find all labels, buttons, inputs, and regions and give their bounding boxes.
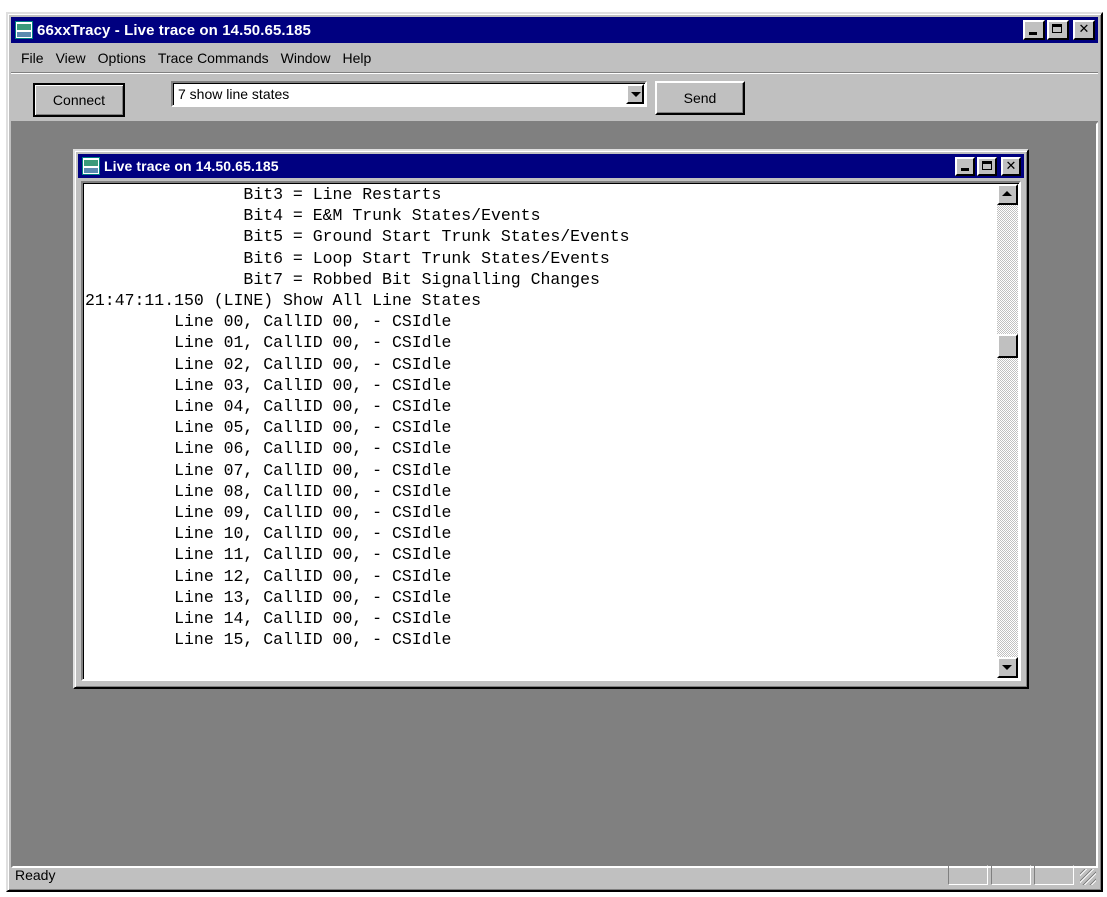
- scroll-down-arrow-icon[interactable]: [997, 657, 1018, 678]
- trace-line: Line 13, CallID 00, - CSIdle: [85, 587, 452, 607]
- menu-help[interactable]: Help: [336, 50, 377, 66]
- live-trace-title: Live trace on 14.50.65.185: [104, 158, 279, 174]
- trace-line: Line 00, CallID 00, - CSIdle: [85, 312, 452, 332]
- main-window: 66xxTracy - Live trace on 14.50.65.185 ✕…: [6, 12, 1103, 892]
- status-panel: [948, 865, 988, 885]
- scrollbar-thumb[interactable]: [997, 334, 1018, 358]
- trace-line: Line 10, CallID 00, - CSIdle: [85, 524, 452, 544]
- status-bar: Ready: [11, 863, 1098, 887]
- menu-options[interactable]: Options: [92, 50, 152, 66]
- status-text: Ready: [15, 867, 56, 883]
- resize-grip-icon[interactable]: [1080, 869, 1096, 885]
- trace-line: 21:47:11.150 (LINE) Show All Line States: [85, 291, 482, 311]
- trace-line: Bit4 = E&M Trunk States/Events: [85, 206, 541, 226]
- trace-line: Bit3 = Line Restarts: [85, 185, 442, 204]
- live-trace-titlebar[interactable]: Live trace on 14.50.65.185 ✕: [78, 154, 1024, 178]
- menu-file[interactable]: File: [15, 50, 50, 66]
- trace-line: Line 05, CallID 00, - CSIdle: [85, 418, 452, 438]
- mdi-client-area: Live trace on 14.50.65.185 ✕ Bit3 = Line…: [11, 122, 1098, 868]
- trace-line: Bit6 = Loop Start Trunk States/Events: [85, 248, 610, 268]
- trace-line: Line 15, CallID 00, - CSIdle: [85, 630, 452, 650]
- trace-line: Line 01, CallID 00, - CSIdle: [85, 333, 452, 353]
- trace-line: Line 07, CallID 00, - CSIdle: [85, 460, 452, 480]
- main-titlebar[interactable]: 66xxTracy - Live trace on 14.50.65.185 ✕: [11, 17, 1098, 43]
- status-panels: [948, 865, 1074, 885]
- child-close-icon[interactable]: ✕: [1001, 156, 1021, 176]
- close-icon[interactable]: ✕: [1073, 20, 1095, 40]
- main-window-controls: ✕: [1023, 20, 1095, 40]
- scroll-up-arrow-icon[interactable]: [997, 184, 1018, 205]
- trace-output[interactable]: Bit3 = Line Restarts Bit4 = E&M Trunk St…: [81, 181, 1021, 681]
- trace-line: Line 03, CallID 00, - CSIdle: [85, 375, 452, 395]
- connect-button[interactable]: Connect: [33, 83, 125, 117]
- connect-button-label: Connect: [52, 92, 106, 108]
- live-trace-window: Live trace on 14.50.65.185 ✕ Bit3 = Line…: [73, 149, 1029, 689]
- child-maximize-icon[interactable]: [977, 156, 997, 176]
- child-minimize-icon[interactable]: [955, 156, 975, 176]
- vertical-scrollbar[interactable]: [997, 184, 1018, 678]
- trace-line: Line 09, CallID 00, - CSIdle: [85, 503, 452, 523]
- menu-trace-commands[interactable]: Trace Commands: [152, 50, 275, 66]
- trace-line: Line 12, CallID 00, - CSIdle: [85, 566, 452, 586]
- menu-view[interactable]: View: [50, 50, 92, 66]
- trace-line: Line 08, CallID 00, - CSIdle: [85, 481, 452, 501]
- menu-bar: File View Options Trace Commands Window …: [11, 46, 1098, 70]
- command-combobox-value: 7 show line states: [178, 86, 290, 102]
- menu-window[interactable]: Window: [275, 50, 337, 66]
- command-combobox[interactable]: 7 show line states: [171, 81, 647, 107]
- send-button[interactable]: Send: [655, 81, 745, 115]
- trace-text: Bit3 = Line Restarts Bit4 = E&M Trunk St…: [85, 184, 995, 650]
- trace-line: Bit5 = Ground Start Trunk States/Events: [85, 227, 630, 247]
- minimize-icon[interactable]: [1023, 20, 1045, 40]
- child-window-controls: ✕: [955, 156, 1021, 176]
- status-panel: [1034, 865, 1074, 885]
- main-window-title: 66xxTracy - Live trace on 14.50.65.185: [37, 21, 311, 39]
- status-panel: [991, 865, 1031, 885]
- child-app-icon[interactable]: [82, 157, 100, 175]
- toolbar: Connect 7 show line states Send: [11, 72, 1098, 122]
- trace-line: Line 06, CallID 00, - CSIdle: [85, 439, 452, 459]
- trace-line: Bit7 = Robbed Bit Signalling Changes: [85, 269, 600, 289]
- app-icon[interactable]: [15, 21, 33, 39]
- trace-line: Line 04, CallID 00, - CSIdle: [85, 397, 452, 417]
- trace-line: Line 02, CallID 00, - CSIdle: [85, 354, 452, 374]
- maximize-icon[interactable]: [1047, 20, 1069, 40]
- chevron-down-icon[interactable]: [626, 84, 644, 104]
- trace-line: Line 11, CallID 00, - CSIdle: [85, 545, 452, 565]
- trace-line: Line 14, CallID 00, - CSIdle: [85, 609, 452, 629]
